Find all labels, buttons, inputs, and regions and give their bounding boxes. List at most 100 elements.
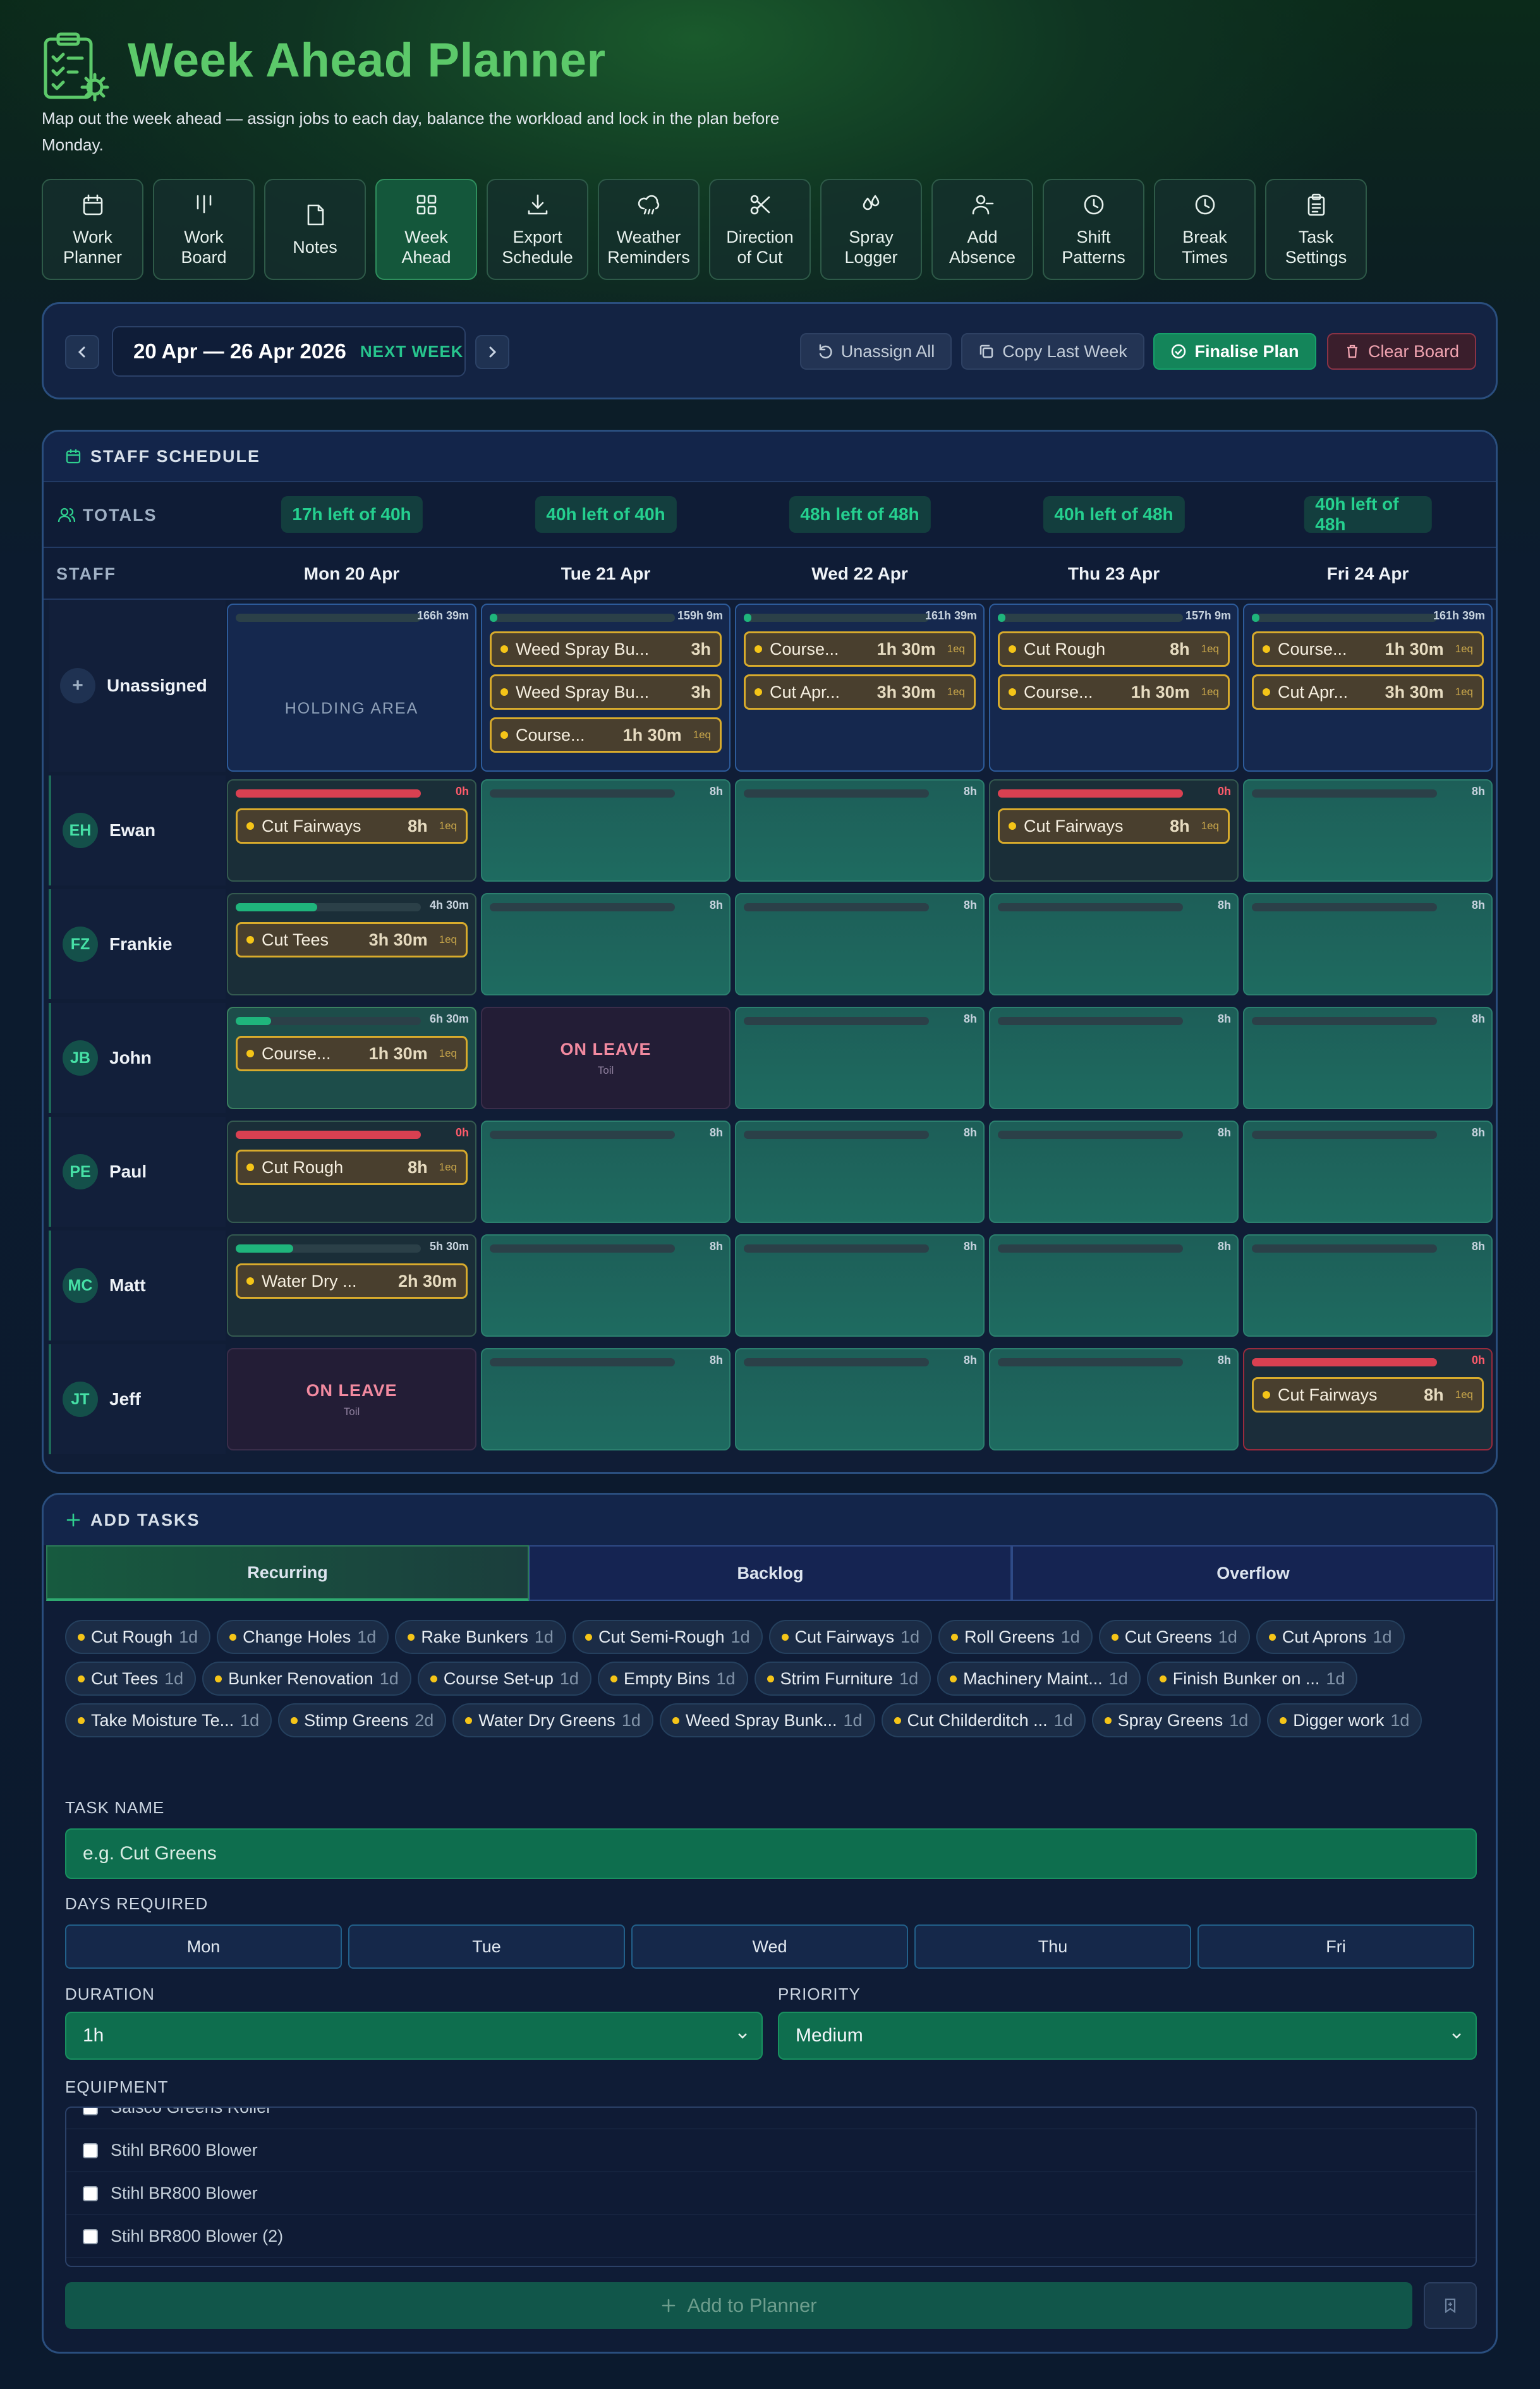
recurring-task-chip[interactable]: Course Set-up 1d: [417, 1662, 591, 1696]
staff-day-cell[interactable]: 0h Cut Rough 8h 1eq: [227, 1121, 476, 1223]
unassigned-day-cell[interactable]: 157h 9m Cut Rough 8h 1eq Course... 1h 30m 1eq: [989, 604, 1239, 772]
nav-direction-of-cut-button[interactable]: Direction of Cut: [709, 179, 811, 280]
task-card[interactable]: Cut Apr... 3h 30m 1eq: [744, 674, 976, 710]
equipment-list[interactable]: Salsco Greens Roller Stihl BR600 Blower St…: [65, 2106, 1477, 2267]
nav-export-schedule-button[interactable]: Export Schedule: [487, 179, 588, 280]
day-toggle-mon[interactable]: Mon: [65, 1924, 342, 1969]
task-card[interactable]: Course... 1h 30m 1eq: [998, 674, 1230, 710]
staff-day-cell[interactable]: ON LEAVE Toil: [481, 1007, 731, 1109]
unassigned-day-cell[interactable]: 161h 39m Course... 1h 30m 1eq Cut Apr... 3h 3…: [1243, 604, 1493, 772]
task-card[interactable]: Cut Apr... 3h 30m 1eq: [1252, 674, 1484, 710]
recurring-task-chip[interactable]: Change Holes 1d: [217, 1620, 389, 1654]
equipment-option[interactable]: Stihl BR800 Blower: [66, 2172, 1476, 2215]
recurring-task-chip[interactable]: Finish Bunker on ... 1d: [1146, 1662, 1358, 1696]
staff-day-cell[interactable]: 8h: [1243, 1234, 1493, 1337]
nav-work-planner-button[interactable]: Work Planner: [42, 179, 143, 280]
unassigned-day-cell[interactable]: 159h 9m Weed Spray Bu... 3h Weed Spray Bu..…: [481, 604, 731, 772]
task-card[interactable]: Weed Spray Bu... 3h: [490, 631, 722, 667]
next-week-button[interactable]: [475, 335, 509, 369]
task-card[interactable]: Course... 1h 30m 1eq: [490, 717, 722, 753]
tab-backlog[interactable]: Backlog: [529, 1545, 1012, 1601]
task-card[interactable]: Water Dry ... 2h 30m: [236, 1263, 468, 1299]
staff-day-cell[interactable]: 8h: [989, 893, 1239, 995]
recurring-task-chip[interactable]: Rake Bunkers 1d: [395, 1620, 566, 1654]
equipment-option[interactable]: Stihl BR600 Blower: [66, 2129, 1476, 2172]
clear-board-button[interactable]: Clear Board: [1327, 333, 1476, 370]
staff-day-cell[interactable]: 0h Cut Fairways 8h 1eq: [1243, 1348, 1493, 1450]
equipment-option[interactable]: Salsco Greens Roller: [66, 2108, 1476, 2129]
priority-select[interactable]: Medium: [778, 2012, 1477, 2060]
staff-day-cell[interactable]: 4h 30m Cut Tees 3h 30m 1eq: [227, 893, 476, 995]
day-toggle-thu[interactable]: Thu: [914, 1924, 1191, 1969]
staff-day-cell[interactable]: 8h: [989, 1121, 1239, 1223]
staff-day-cell[interactable]: ON LEAVE Toil: [227, 1348, 476, 1450]
copy-last-week-button[interactable]: Copy Last Week: [961, 333, 1144, 370]
staff-day-cell[interactable]: 8h: [735, 779, 985, 882]
day-toggle-fri[interactable]: Fri: [1197, 1924, 1474, 1969]
recurring-task-chip[interactable]: Strim Furniture 1d: [754, 1662, 931, 1696]
staff-day-cell[interactable]: 8h: [735, 1121, 985, 1223]
unassign-all-button[interactable]: Unassign All: [800, 333, 952, 370]
nav-work-board-button[interactable]: Work Board: [153, 179, 255, 280]
tab-overflow[interactable]: Overflow: [1012, 1545, 1495, 1601]
nav-shift-patterns-button[interactable]: Shift Patterns: [1043, 179, 1144, 280]
unassigned-day-cell[interactable]: 166h 39m HOLDING AREA: [227, 604, 476, 772]
task-card[interactable]: Course... 1h 30m 1eq: [1252, 631, 1484, 667]
duration-select[interactable]: 1h: [65, 2012, 763, 2060]
nav-spray-logger-button[interactable]: Spray Logger: [820, 179, 922, 280]
add-to-planner-button[interactable]: Add to Planner: [65, 2282, 1412, 2329]
staff-day-cell[interactable]: 8h: [1243, 1121, 1493, 1223]
staff-day-cell[interactable]: 8h: [481, 1348, 731, 1450]
recurring-task-chip[interactable]: Machinery Maint... 1d: [937, 1662, 1141, 1696]
recurring-task-chip[interactable]: Cut Rough 1d: [65, 1620, 211, 1654]
tab-recurring[interactable]: Recurring: [46, 1545, 529, 1601]
staff-day-cell[interactable]: 8h: [481, 1234, 731, 1337]
task-card[interactable]: Cut Fairways 8h 1eq: [998, 808, 1230, 844]
staff-day-cell[interactable]: 8h: [735, 1348, 985, 1450]
nav-week-ahead-button[interactable]: Week Ahead: [375, 179, 477, 280]
nav-notes-button[interactable]: Notes: [264, 179, 366, 280]
task-card[interactable]: Cut Rough 8h 1eq: [998, 631, 1230, 667]
task-card[interactable]: Cut Rough 8h 1eq: [236, 1150, 468, 1185]
recurring-task-chip[interactable]: Cut Aprons 1d: [1256, 1620, 1405, 1654]
equipment-option[interactable]: Stihl BR800 Blower (2): [66, 2215, 1476, 2258]
save-to-backlog-button[interactable]: [1424, 2282, 1477, 2329]
staff-day-cell[interactable]: 8h: [989, 1234, 1239, 1337]
checkbox[interactable]: [83, 2185, 98, 2201]
staff-day-cell[interactable]: 8h: [481, 779, 731, 882]
staff-day-cell[interactable]: 6h 30m Course... 1h 30m 1eq: [227, 1007, 476, 1109]
task-card[interactable]: Weed Spray Bu... 3h: [490, 674, 722, 710]
unassigned-day-cell[interactable]: 161h 39m Course... 1h 30m 1eq Cut Apr... 3h 3…: [735, 604, 985, 772]
day-toggle-wed[interactable]: Wed: [631, 1924, 908, 1969]
staff-day-cell[interactable]: 8h: [481, 893, 731, 995]
task-card[interactable]: Cut Tees 3h 30m 1eq: [236, 922, 468, 957]
finalise-plan-button[interactable]: Finalise Plan: [1153, 333, 1316, 370]
recurring-task-chip[interactable]: Empty Bins 1d: [597, 1662, 748, 1696]
recurring-task-chip[interactable]: Cut Tees 1d: [65, 1662, 197, 1696]
day-toggle-tue[interactable]: Tue: [348, 1924, 625, 1969]
staff-day-cell[interactable]: 8h: [735, 1007, 985, 1109]
nav-weather-reminders-button[interactable]: Weather Reminders: [598, 179, 700, 280]
staff-day-cell[interactable]: 8h: [1243, 1007, 1493, 1109]
staff-day-cell[interactable]: 8h: [735, 893, 985, 995]
task-card[interactable]: Cut Fairways 8h 1eq: [1252, 1377, 1484, 1413]
recurring-task-chip[interactable]: Cut Greens 1d: [1098, 1620, 1250, 1654]
staff-day-cell[interactable]: 8h: [989, 1007, 1239, 1109]
recurring-task-chip[interactable]: Roll Greens 1d: [938, 1620, 1093, 1654]
task-card[interactable]: Course... 1h 30m 1eq: [236, 1036, 468, 1071]
recurring-task-chip[interactable]: Spray Greens 1d: [1091, 1703, 1261, 1737]
recurring-task-chip[interactable]: Cut Semi-Rough 1d: [572, 1620, 763, 1654]
staff-day-cell[interactable]: 5h 30m Water Dry ... 2h 30m: [227, 1234, 476, 1337]
add-unassigned-icon[interactable]: +: [60, 668, 95, 703]
task-card[interactable]: Cut Fairways 8h 1eq: [236, 808, 468, 844]
checkbox[interactable]: [83, 2228, 98, 2244]
checkbox[interactable]: [83, 2108, 98, 2115]
recurring-task-chip[interactable]: Bunker Renovation 1d: [202, 1662, 411, 1696]
nav-task-settings-button[interactable]: Task Settings: [1265, 179, 1367, 280]
nav-add-absence-button[interactable]: Add Absence: [931, 179, 1033, 280]
staff-day-cell[interactable]: 8h: [481, 1121, 731, 1223]
recurring-task-chip[interactable]: Cut Fairways 1d: [768, 1620, 933, 1654]
prev-week-button[interactable]: [65, 335, 99, 369]
recurring-task-chip[interactable]: Stimp Greens 2d: [278, 1703, 447, 1737]
nav-break-times-button[interactable]: Break Times: [1154, 179, 1256, 280]
